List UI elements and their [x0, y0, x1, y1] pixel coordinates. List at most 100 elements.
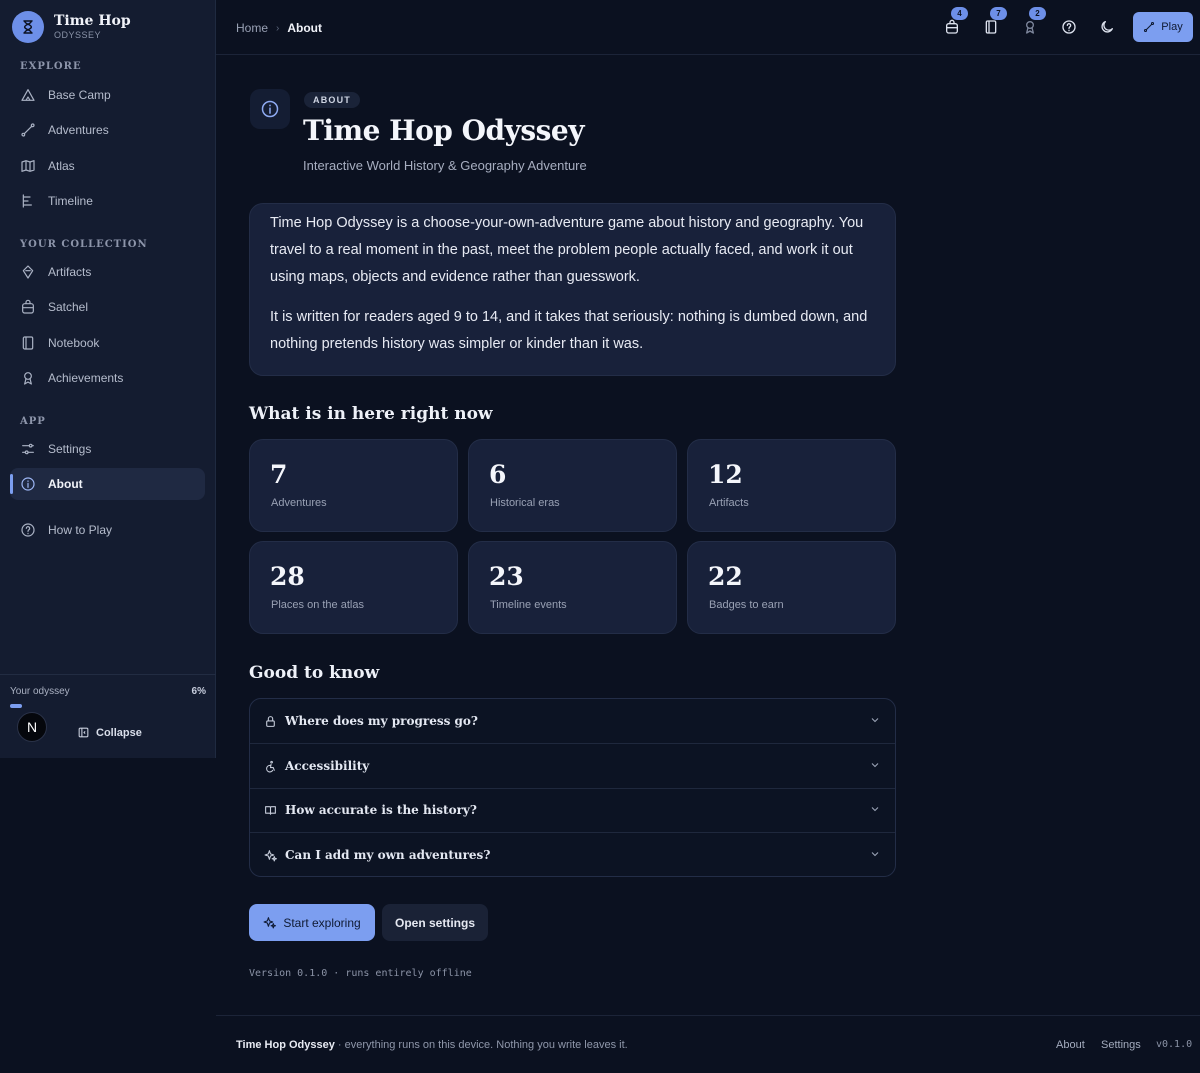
sidebar-item-label: Artifacts — [48, 265, 92, 279]
sidebar-footer: Your odyssey 6% N Collapse — [0, 674, 216, 758]
odyssey-label: Your odyssey — [10, 686, 70, 697]
sparkles-icon — [263, 917, 277, 929]
sidebar-item-timeline[interactable]: Timeline — [10, 185, 205, 217]
satchel-button[interactable]: 4 — [942, 7, 968, 37]
sidebar-item-label: How to Play — [48, 523, 113, 537]
notebook-button[interactable]: 7 — [981, 7, 1007, 37]
stat-card-places: 28 Places on the atlas — [249, 541, 458, 634]
intro-card: Time Hop Odyssey is a choose-your-own-ad… — [249, 203, 896, 376]
play-button[interactable]: Play — [1133, 12, 1193, 42]
hourglass-icon — [12, 11, 44, 43]
route-icon — [1144, 21, 1155, 33]
chevron-down-icon — [871, 718, 879, 723]
stat-value: 28 — [270, 562, 305, 591]
sliders-icon — [22, 443, 34, 455]
notebook-icon — [22, 336, 34, 350]
sidebar-item-satchel[interactable]: Satchel — [10, 291, 205, 323]
faq-accordion: Where does my progress go? Accessibility… — [249, 698, 896, 877]
help-icon — [21, 523, 35, 537]
sidebar-item-about[interactable]: About — [10, 468, 205, 500]
odyssey-progress-fill — [10, 704, 22, 708]
sidebar-item-label: Achievements — [48, 371, 124, 385]
brand-tagline: ODYSSEY — [54, 29, 102, 40]
page-footer: Time Hop Odyssey · everything runs on th… — [216, 1015, 1200, 1073]
sidebar-item-label: Timeline — [48, 194, 93, 208]
open-settings-button[interactable]: Open settings — [382, 904, 488, 941]
award-icon — [24, 372, 32, 385]
breadcrumb-current: About — [287, 21, 323, 35]
page-subtitle: Interactive World History & Geography Ad… — [303, 158, 587, 173]
stat-card-historical-eras: 6 Historical eras — [468, 439, 677, 532]
stat-value: 22 — [708, 562, 743, 591]
avatar[interactable]: N — [17, 712, 47, 742]
stat-value: 7 — [270, 460, 288, 489]
footer-link-about[interactable]: About — [1056, 1039, 1085, 1051]
stat-label: Artifacts — [709, 497, 749, 509]
intro-paragraph: It is written for readers aged 9 to 14, … — [270, 309, 868, 352]
play-label: Play — [1161, 21, 1183, 33]
collapse-label: Collapse — [96, 726, 142, 739]
award-icon — [1026, 21, 1034, 34]
sidebar-item-artifacts[interactable]: Artifacts — [10, 256, 205, 288]
sidebar-item-how-to-play[interactable]: How to Play — [10, 514, 205, 546]
page-chip: ABOUT — [304, 92, 360, 108]
book-open-icon — [265, 805, 276, 815]
page-title: Time Hop Odyssey — [303, 114, 584, 147]
accessibility-icon — [266, 760, 275, 772]
section-label-explore: EXPLORE — [20, 61, 82, 72]
sidebar-item-label: About — [48, 477, 83, 491]
brand[interactable]: Time Hop ODYSSEY — [12, 11, 131, 43]
faq-item-own-adventures[interactable]: Can I add my own adventures? — [250, 833, 895, 877]
stat-card-adventures: 7 Adventures — [249, 439, 458, 532]
stat-card-badges: 22 Badges to earn — [687, 541, 896, 634]
footer-version: v0.1.0 — [1156, 1039, 1193, 1050]
stat-card-artifacts: 12 Artifacts — [687, 439, 896, 532]
version-line: Version 0.1.0 · runs entirely offline — [249, 968, 472, 979]
sparkles-icon — [264, 849, 277, 861]
faq-question: Accessibility — [285, 759, 370, 773]
stats-heading: What is in here right now — [249, 404, 493, 424]
help-icon — [1062, 20, 1076, 34]
collapse-button[interactable]: Collapse — [77, 726, 142, 739]
start-exploring-button[interactable]: Start exploring — [249, 904, 375, 941]
stat-label: Adventures — [271, 497, 327, 509]
footer-link-settings[interactable]: Settings — [1101, 1039, 1141, 1051]
faq-item-progress[interactable]: Where does my progress go? — [250, 699, 895, 743]
stat-value: 12 — [708, 460, 743, 489]
stat-value: 23 — [489, 562, 524, 591]
sidebar-item-notebook[interactable]: Notebook — [10, 327, 205, 359]
mountain-icon — [21, 89, 35, 101]
stat-value: 6 — [489, 460, 507, 489]
sidebar-item-settings[interactable]: Settings — [10, 433, 205, 465]
notebook-badge: 7 — [990, 7, 1007, 20]
stat-label: Timeline events — [490, 599, 567, 611]
sidebar-item-base-camp[interactable]: Base Camp — [10, 79, 205, 111]
lock-icon — [266, 715, 275, 727]
theme-toggle-button[interactable] — [1097, 17, 1117, 37]
faq-heading: Good to know — [249, 663, 380, 683]
brand-name: Time Hop — [54, 12, 131, 29]
help-button[interactable] — [1059, 17, 1079, 37]
start-exploring-label: Start exploring — [283, 915, 361, 930]
sidebar-item-adventures[interactable]: Adventures — [10, 114, 205, 146]
sidebar-item-achievements[interactable]: Achievements — [10, 362, 205, 394]
achievements-badge: 2 — [1029, 7, 1046, 20]
gem-icon — [22, 265, 34, 279]
footer-text: Time Hop Odyssey · everything runs on th… — [236, 1039, 628, 1051]
breadcrumb-home[interactable]: Home — [236, 21, 268, 35]
route-icon — [21, 123, 35, 137]
achievements-button[interactable]: 2 — [1020, 7, 1046, 37]
faq-item-accessibility[interactable]: Accessibility — [250, 744, 895, 788]
chevron-right-icon: › — [276, 22, 280, 34]
footer-app-name: Time Hop Odyssey — [236, 1039, 335, 1051]
backpack-icon — [946, 19, 958, 34]
section-label-your-collection: YOUR COLLECTION — [20, 239, 148, 250]
faq-question: How accurate is the history? — [285, 803, 477, 817]
intro-paragraph: Time Hop Odyssey is a choose-your-own-ad… — [270, 215, 864, 285]
top-bar: Home › About 4 7 2 Play — [216, 0, 1200, 55]
odyssey-percent: 6% — [191, 686, 206, 697]
faq-item-accuracy[interactable]: How accurate is the history? — [250, 788, 895, 832]
sidebar-item-atlas[interactable]: Atlas — [10, 150, 205, 182]
satchel-badge: 4 — [951, 7, 968, 20]
section-label-app: APP — [20, 416, 46, 427]
